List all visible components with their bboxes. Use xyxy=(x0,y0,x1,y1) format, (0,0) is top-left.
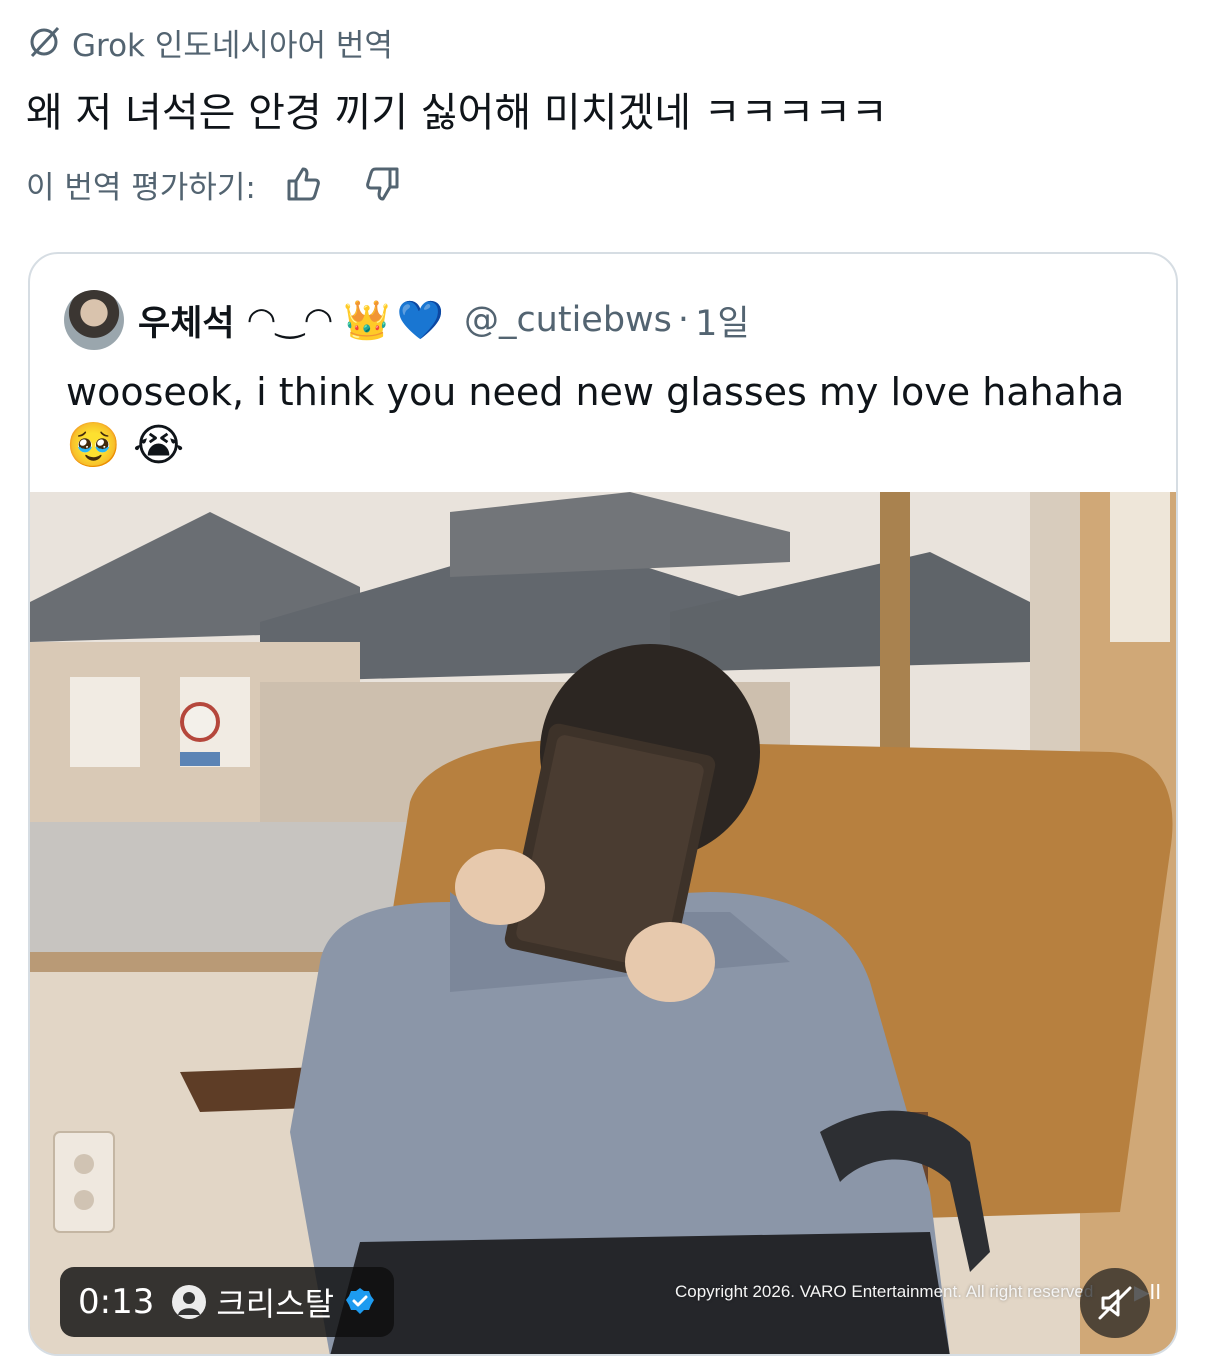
creator-avatar-icon xyxy=(178,1292,201,1315)
avatar[interactable] xyxy=(64,290,124,350)
display-name[interactable]: 우체석 xyxy=(138,295,235,346)
grok-icon xyxy=(30,26,60,58)
video-creator[interactable]: 크리스탈 xyxy=(172,1279,376,1325)
video-info-pill: 0:13 크리스탈 xyxy=(60,1267,395,1337)
quoted-post-card[interactable]: 우체석 ◠‿◠ 👑 💙 @_cutiebws · 1일 wooseok, i t… xyxy=(28,252,1178,1356)
translated-text: 왜 저 녀석은 안경 끼기 싫어해 미치겠네 ㅋㅋㅋㅋㅋ xyxy=(26,90,888,136)
thumbs-up-button[interactable] xyxy=(280,160,328,208)
quoted-post-header: 우체석 ◠‿◠ 👑 💙 @_cutiebws · 1일 xyxy=(64,288,750,352)
thumbs-down-button[interactable] xyxy=(358,160,406,208)
grok-translation-header: Grok 인도네시아어 번역 xyxy=(26,22,393,64)
post-time[interactable]: 1일 xyxy=(695,295,749,346)
mute-button[interactable] xyxy=(1080,1268,1150,1338)
video-timer: 0:13 xyxy=(78,1282,155,1322)
translation-rating: 이 번역 평가하기: xyxy=(26,160,406,208)
video-player[interactable]: 0:13 크리스탈 Copyright 2026. VARO Entertain… xyxy=(30,492,1176,1354)
thumbs-up-icon xyxy=(287,167,320,201)
name-decoration: ◠‿◠ xyxy=(246,300,334,340)
post-body: wooseok, i think you need new glasses my… xyxy=(66,370,1125,414)
rating-label: 이 번역 평가하기: xyxy=(26,169,256,206)
verified-badge-icon xyxy=(346,1288,375,1314)
separator-dot: · xyxy=(677,300,690,340)
quoted-post-text: wooseok, i think you need new glasses my… xyxy=(66,366,1156,474)
crown-emoji: 👑 xyxy=(343,297,391,342)
video-frame xyxy=(30,492,1176,1354)
translation-source-label: Grok 인도네시아어 번역 xyxy=(72,27,393,64)
crying-face-emoji: 😭 xyxy=(132,420,185,471)
creator-avatar xyxy=(172,1285,207,1319)
mute-icon xyxy=(1098,1286,1132,1320)
thumbs-down-icon xyxy=(365,167,399,201)
creator-name: 크리스탈 xyxy=(216,1285,335,1323)
blue-heart-emoji: 💙 xyxy=(396,297,444,342)
pleading-face-emoji: 🥹 xyxy=(66,420,121,471)
video-copyright: Copyright 2026. VARO Entertainment. All … xyxy=(675,1282,1094,1301)
user-handle[interactable]: @_cutiebws xyxy=(464,300,672,340)
